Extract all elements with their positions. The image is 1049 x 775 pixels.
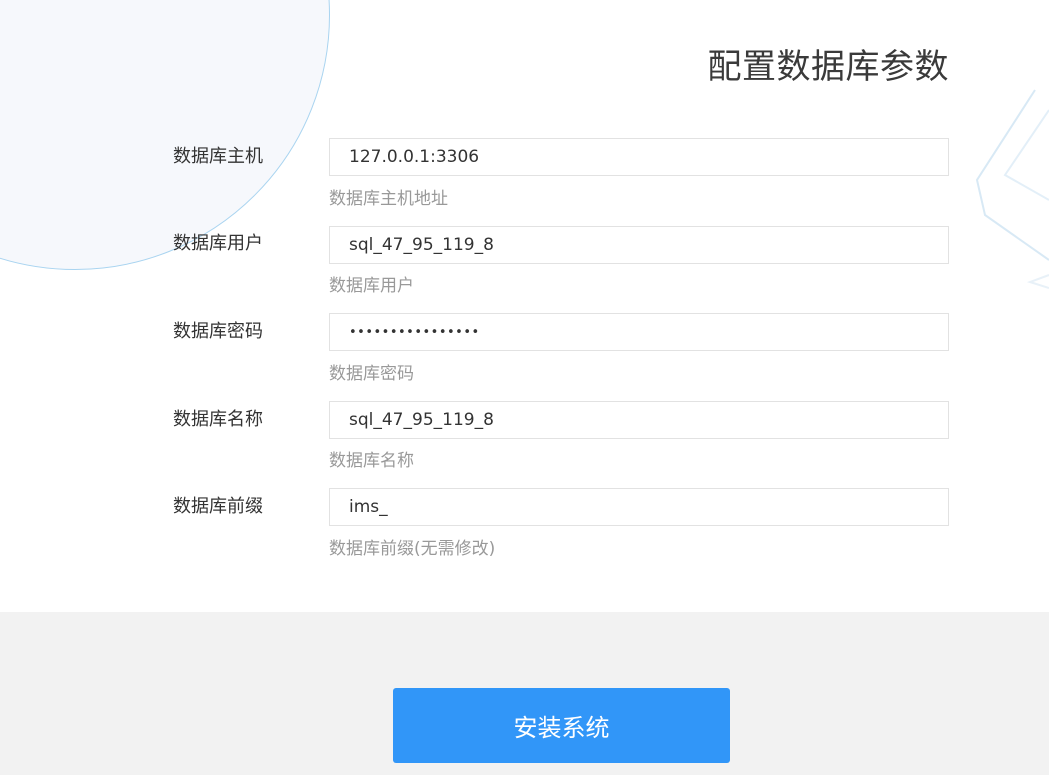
- user-label: 数据库用户: [173, 233, 263, 254]
- prefix-help-text: 数据库前缀(无需修改): [329, 539, 496, 559]
- prefix-input[interactable]: [329, 488, 949, 526]
- password-help-text: 数据库密码: [329, 364, 414, 384]
- host-input[interactable]: [329, 138, 949, 176]
- dbname-label: 数据库名称: [173, 409, 263, 430]
- user-input[interactable]: [329, 226, 949, 264]
- page-title: 配置数据库参数: [707, 47, 949, 87]
- install-system-button[interactable]: 安装系统: [393, 688, 730, 763]
- password-label: 数据库密码: [173, 321, 263, 342]
- host-label: 数据库主机: [173, 146, 263, 167]
- dbname-input[interactable]: [329, 401, 949, 439]
- install-page: 配置数据库参数 数据库主机 数据库主机地址 数据库用户 数据库用户 数据库密码 …: [0, 0, 1049, 775]
- decorative-circle: [0, 0, 330, 270]
- dbname-help-text: 数据库名称: [329, 451, 414, 471]
- decorative-monitor-outline: [975, 89, 1049, 289]
- host-help-text: 数据库主机地址: [329, 189, 448, 209]
- user-help-text: 数据库用户: [329, 276, 414, 296]
- prefix-label: 数据库前缀: [173, 496, 263, 517]
- password-input[interactable]: [329, 313, 949, 351]
